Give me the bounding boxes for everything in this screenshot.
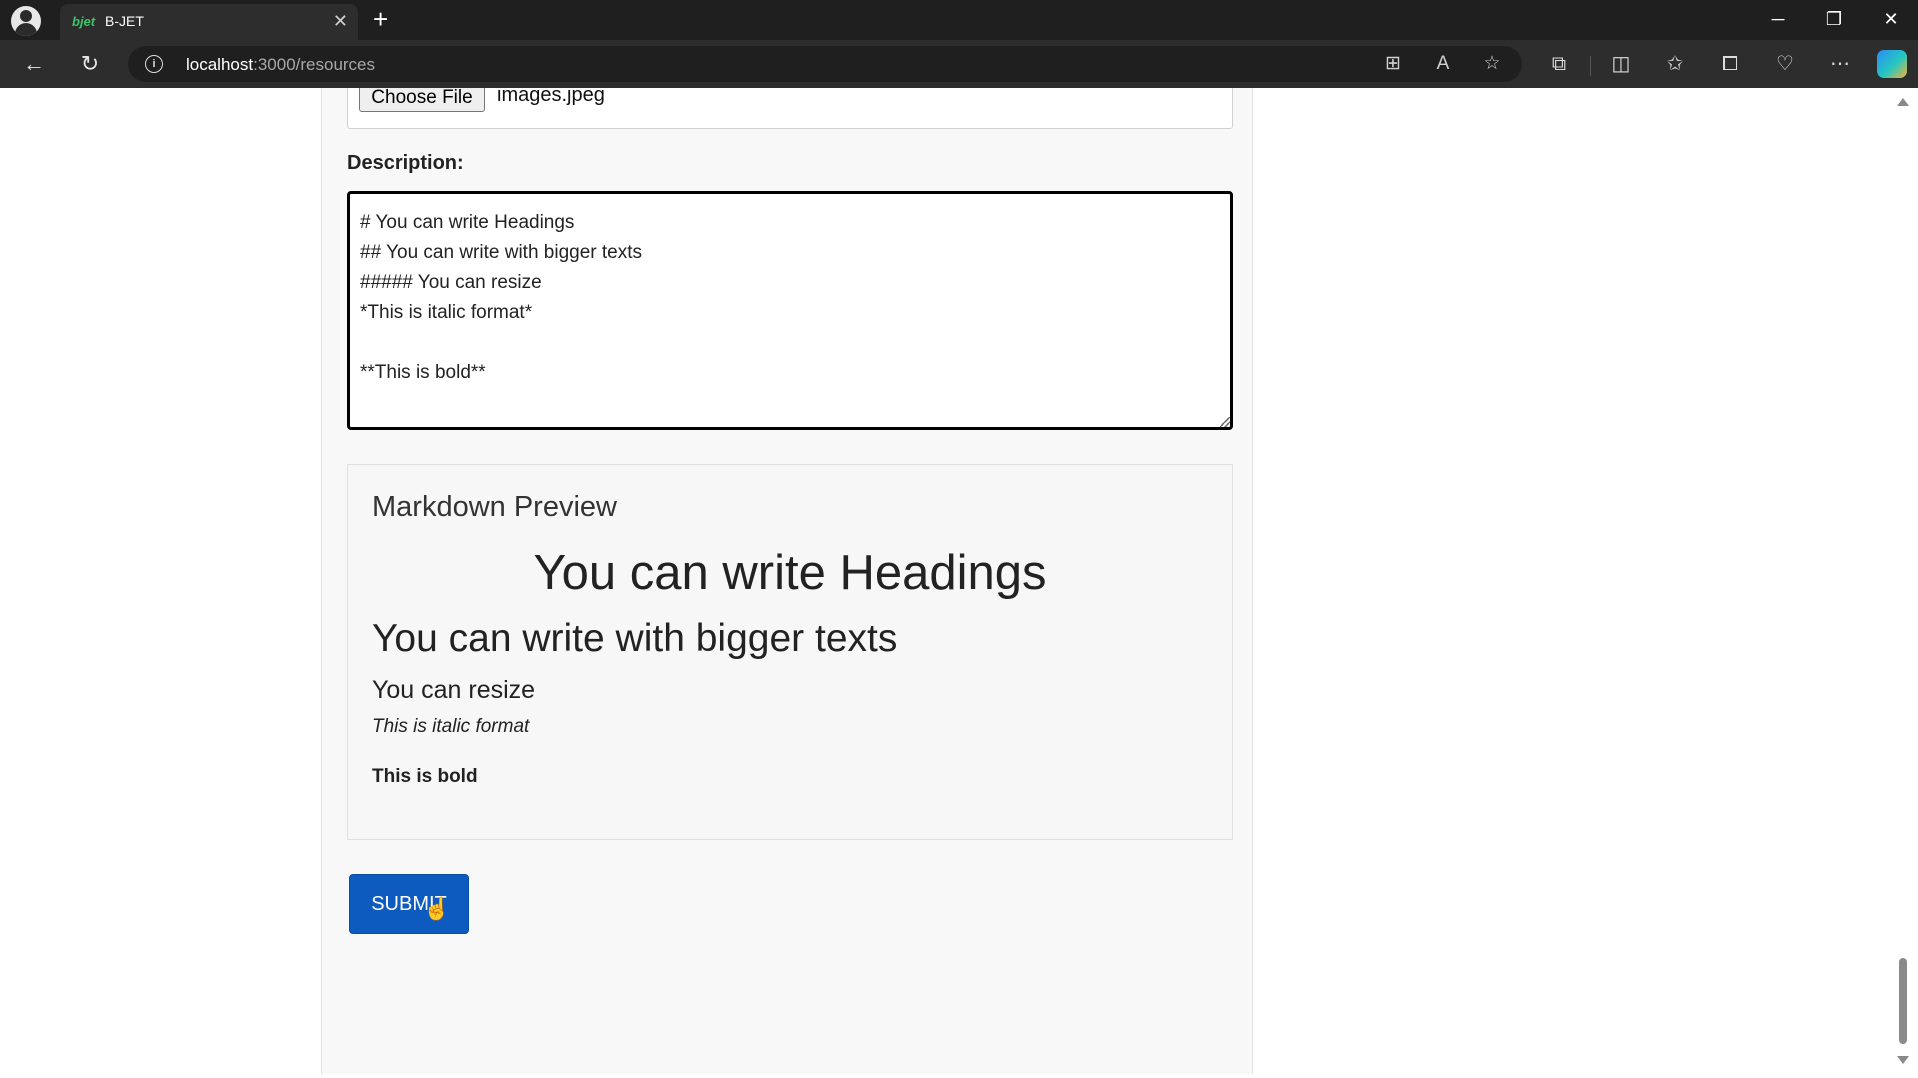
markdown-preview-panel: Markdown Preview You can write Headings … [347,464,1233,840]
selected-file-name: images.jpeg [497,88,605,106]
scroll-down-icon[interactable] [1897,1056,1909,1064]
close-tab-icon[interactable]: ✕ [333,11,348,31]
choose-file-button[interactable]: Choose File [359,88,485,112]
puzzle-icon[interactable]: ⧉ [1542,50,1576,78]
textarea-resize-handle[interactable] [1220,417,1230,427]
copilot-icon[interactable] [1877,50,1907,78]
url-path: :3000/resources [253,55,376,74]
read-aloud-icon[interactable]: A [1428,52,1458,76]
tab-title: B-JET [105,13,144,29]
star-icon[interactable]: ☆ [1477,52,1507,76]
preview-heading-5: You can resize [372,676,536,704]
preview-italic-text: This is italic format [372,716,530,737]
tab-favicon-icon: bjet [72,14,96,29]
app-available-icon[interactable]: ⊞ [1378,52,1408,76]
info-icon[interactable]: i [145,55,163,73]
submit-button[interactable]: SUBMIT [349,874,469,934]
profile-avatar-icon[interactable] [11,6,41,36]
new-tab-button[interactable]: + [373,4,388,34]
favorites-icon[interactable]: ✩ [1658,50,1692,78]
toolbar-divider [1590,56,1591,76]
preview-title: Markdown Preview [372,491,617,523]
scroll-thumb[interactable] [1899,958,1907,1044]
split-screen-icon[interactable]: ◫ [1604,50,1638,78]
page-viewport: Choose File images.jpeg Description: # Y… [6,88,1892,1074]
preview-heading-2: You can write with bigger texts [372,617,898,660]
tab-bar: bjet B-JET ✕ + ─ ❐ ✕ [0,0,1918,40]
back-arrow-icon[interactable]: ← [18,48,50,80]
hand-cursor-icon: ☝ [423,896,451,921]
page-scrollbar[interactable] [1892,88,1912,1074]
minimize-window-icon[interactable]: ─ [1758,4,1798,34]
refresh-icon[interactable]: ↻ [74,48,106,80]
address-toolbar: ← ↻ i localhost:3000/resources ⊞ A ☆ ⧉ ◫… [0,40,1918,88]
browser-tab-active[interactable]: bjet B-JET ✕ [60,4,358,40]
url-host: localhost [186,55,254,74]
more-icon[interactable]: ⋯ [1823,50,1857,78]
scroll-up-icon[interactable] [1897,98,1909,106]
description-textarea[interactable]: # You can write Headings ## You can writ… [347,191,1233,430]
url-text[interactable]: localhost:3000/resources [186,55,375,75]
restore-window-icon[interactable]: ❐ [1814,4,1854,34]
close-window-icon[interactable]: ✕ [1871,4,1911,34]
preview-bold-text: This is bold [372,766,478,787]
description-label: Description: [347,152,464,174]
address-bar[interactable]: i localhost:3000/resources ⊞ A ☆ [128,46,1522,82]
browser-essentials-icon[interactable]: ♡ [1768,50,1802,78]
file-upload-field: Choose File images.jpeg [347,88,1233,129]
preview-heading-1: You can write Headings [533,546,1047,600]
collections-icon[interactable]: ⧠ [1713,50,1747,78]
